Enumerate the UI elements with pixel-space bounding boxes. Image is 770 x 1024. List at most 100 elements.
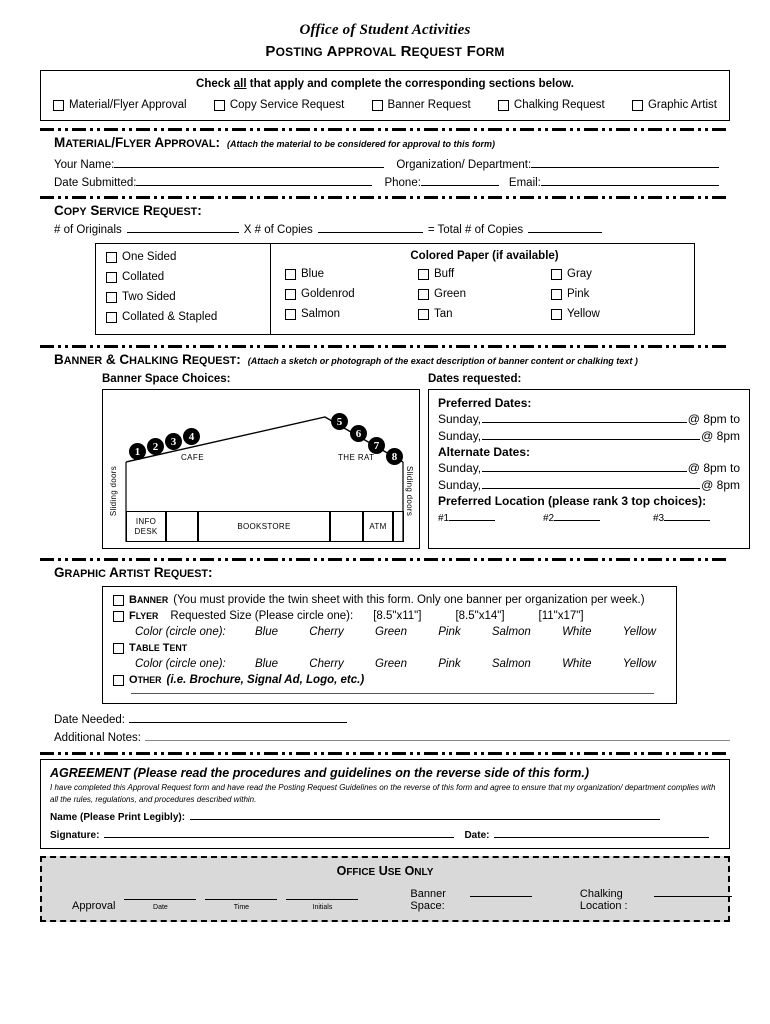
- checkbox-icon[interactable]: [113, 594, 124, 606]
- color-option-white[interactable]: White: [562, 626, 591, 638]
- banner-space-2[interactable]: 2: [147, 438, 164, 455]
- checkbox-icon[interactable]: [113, 642, 124, 654]
- checkbox-icon[interactable]: [106, 311, 117, 323]
- color-option-blue[interactable]: Blue: [255, 658, 278, 670]
- email-input[interactable]: [540, 174, 719, 186]
- checkbox-icon[interactable]: [53, 99, 64, 111]
- phone-input[interactable]: [420, 174, 499, 186]
- other-description-input[interactable]: [131, 693, 654, 694]
- checkbox-collated[interactable]: Collated: [106, 271, 270, 283]
- checkbox-graphic-artist[interactable]: Graphic Artist: [631, 99, 717, 111]
- originals-input[interactable]: [126, 221, 239, 233]
- color-option-cherry[interactable]: Cherry: [309, 658, 344, 670]
- alternate-date-2-input[interactable]: [482, 477, 701, 489]
- date-submitted-input[interactable]: [136, 174, 373, 186]
- agreement-signature-input[interactable]: [104, 826, 455, 839]
- color-option-pink[interactable]: Pink: [438, 626, 460, 638]
- banner-space-3[interactable]: 3: [165, 433, 182, 450]
- section-divider: [40, 558, 730, 561]
- checkbox-icon[interactable]: [497, 99, 509, 111]
- approval-initials-caption: Initials: [312, 904, 333, 912]
- checkbox-icon[interactable]: [113, 674, 124, 686]
- graphic-other-row[interactable]: OTHER (i.e. Brochure, Signal Ad, Logo, e…: [113, 674, 666, 686]
- graphic-flyer-row[interactable]: FLYER Requested Size (Please circle one)…: [113, 610, 666, 622]
- graphic-table-tent-row[interactable]: TABLE TENT: [113, 642, 666, 654]
- approval-date-input[interactable]: [124, 888, 197, 901]
- graphic-table-tent-label: TABLE TENT: [129, 642, 188, 654]
- color-option-blue[interactable]: Blue: [255, 626, 278, 638]
- checkbox-icon[interactable]: [418, 288, 429, 300]
- checkbox-paper-blue[interactable]: Blue: [285, 268, 418, 280]
- copies-input[interactable]: [317, 221, 423, 233]
- checkbox-icon[interactable]: [551, 288, 562, 300]
- color-option-salmon[interactable]: Salmon: [492, 626, 531, 638]
- rank-1-input[interactable]: [449, 509, 496, 521]
- banner-space-7[interactable]: 7: [368, 437, 385, 454]
- checkbox-icon[interactable]: [285, 268, 296, 280]
- color-option-cherry[interactable]: Cherry: [309, 626, 344, 638]
- alternate-date-row-2: Sunday, @ 8pm: [438, 477, 740, 492]
- checkbox-paper-salmon[interactable]: Salmon: [285, 308, 418, 320]
- agreement-name-input[interactable]: [190, 808, 661, 821]
- preferred-date-2-input[interactable]: [482, 428, 701, 440]
- checkbox-paper-tan[interactable]: Tan: [418, 308, 551, 320]
- checkbox-icon[interactable]: [106, 271, 117, 283]
- checkbox-copy-service-request[interactable]: Copy Service Request: [213, 99, 344, 111]
- checkbox-icon[interactable]: [285, 308, 296, 320]
- graphic-banner-row[interactable]: BANNER (You must provide the twin sheet …: [113, 594, 666, 606]
- flyer-size-option[interactable]: [11"x17"]: [539, 610, 584, 622]
- checkbox-paper-green[interactable]: Green: [418, 288, 551, 300]
- banner-space-input[interactable]: [469, 885, 532, 898]
- checkbox-collated-stapled[interactable]: Collated & Stapled: [106, 311, 270, 323]
- total-copies-input[interactable]: [528, 221, 603, 233]
- checkbox-paper-pink[interactable]: Pink: [551, 288, 684, 300]
- flyer-size-option[interactable]: [8.5"x14"]: [455, 610, 504, 622]
- approval-time-input[interactable]: [205, 888, 278, 901]
- rank-2-input[interactable]: [554, 509, 601, 521]
- checkbox-icon[interactable]: [551, 268, 562, 280]
- checkbox-two-sided[interactable]: Two Sided: [106, 291, 270, 303]
- checkbox-paper-goldenrod[interactable]: Goldenrod: [285, 288, 418, 300]
- checkbox-icon[interactable]: [418, 308, 429, 320]
- alternate-date-1-input[interactable]: [482, 460, 687, 472]
- checkbox-icon[interactable]: [371, 99, 383, 111]
- checkbox-icon[interactable]: [418, 268, 429, 280]
- color-option-white[interactable]: White: [562, 658, 591, 670]
- banner-space-1[interactable]: 1: [129, 443, 146, 460]
- color-option-green[interactable]: Green: [375, 658, 407, 670]
- date-needed-input[interactable]: [128, 711, 347, 723]
- checkbox-one-sided[interactable]: One Sided: [106, 251, 270, 263]
- checkbox-icon[interactable]: [551, 308, 562, 320]
- checkbox-chalking-request[interactable]: Chalking Request: [497, 99, 605, 111]
- color-option-pink[interactable]: Pink: [438, 658, 460, 670]
- preferred-date-1-input[interactable]: [482, 411, 687, 423]
- banner-space-5[interactable]: 5: [331, 413, 348, 430]
- flyer-size-option[interactable]: [8.5"x11"]: [373, 610, 421, 622]
- checkbox-paper-yellow[interactable]: Yellow: [551, 308, 684, 320]
- checkbox-icon[interactable]: [113, 610, 124, 622]
- additional-notes-input[interactable]: [144, 729, 730, 741]
- banner-space-8[interactable]: 8: [386, 448, 403, 465]
- checkbox-icon[interactable]: [106, 291, 117, 303]
- checkbox-material-flyer-approval[interactable]: Material/Flyer Approval: [53, 99, 187, 111]
- approval-initials-input[interactable]: [286, 888, 359, 901]
- your-name-input[interactable]: [114, 156, 385, 168]
- checkbox-icon[interactable]: [106, 251, 117, 263]
- color-option-salmon[interactable]: Salmon: [492, 658, 531, 670]
- organization-input[interactable]: [531, 156, 720, 168]
- checkbox-icon[interactable]: [213, 99, 225, 111]
- color-option-yellow[interactable]: Yellow: [623, 626, 656, 638]
- banner-space-6[interactable]: 6: [350, 425, 367, 442]
- rank-3-input[interactable]: [664, 509, 711, 521]
- color-option-yellow[interactable]: Yellow: [623, 658, 656, 670]
- banner-space-4[interactable]: 4: [183, 428, 200, 445]
- checkbox-paper-gray[interactable]: Gray: [551, 268, 684, 280]
- banner-space-diagram[interactable]: 1 2 3 4 5 6 7 8 CAFE THE RAT Sliding doo…: [102, 389, 420, 549]
- checkbox-icon[interactable]: [285, 288, 296, 300]
- checkbox-paper-buff[interactable]: Buff: [418, 268, 551, 280]
- checkbox-icon[interactable]: [631, 99, 643, 111]
- chalking-location-input[interactable]: [653, 885, 732, 898]
- checkbox-banner-request[interactable]: Banner Request: [371, 99, 471, 111]
- agreement-date-input[interactable]: [494, 826, 710, 839]
- color-option-green[interactable]: Green: [375, 626, 407, 638]
